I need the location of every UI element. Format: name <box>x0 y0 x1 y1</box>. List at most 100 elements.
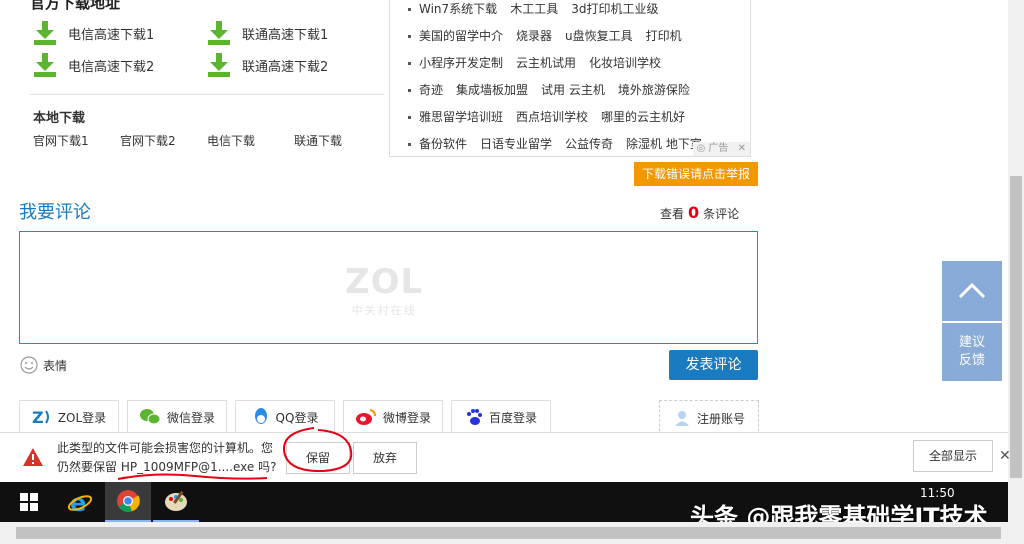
start-button[interactable] <box>6 482 52 522</box>
vertical-scrollbar-thumb[interactable] <box>1010 176 1022 478</box>
view-comments-link[interactable]: 查看 0 条评论 <box>660 203 739 222</box>
report-error-button[interactable]: 下载错误请点击举报 <box>634 162 758 186</box>
emoji-button[interactable]: 表情 <box>20 356 67 374</box>
ad-row: 奇迹 集成墙板加盟 试用 云主机 境外旅游保险 <box>408 81 703 98</box>
unicom-download-2-label: 联通高速下载2 <box>242 59 329 75</box>
zol-login-label: ZOL登录 <box>57 410 107 425</box>
ad-link[interactable]: Win7系统下载 <box>419 2 497 16</box>
chevron-up-icon <box>958 282 986 299</box>
comment-count: 0 <box>688 203 700 222</box>
register-account-button[interactable]: 注册账号 <box>659 400 759 436</box>
windows-logo-icon <box>20 493 38 511</box>
ad-link[interactable]: 境外旅游保险 <box>618 83 690 97</box>
qq-penguin-icon <box>254 408 267 424</box>
telecom-download-1-link[interactable]: 电信高速下载1 <box>34 21 154 45</box>
svg-text:Z: Z <box>32 408 44 426</box>
paint-palette-icon <box>165 490 187 511</box>
ad-tag[interactable]: ◎ 广告 ✕ <box>692 142 750 156</box>
wechat-icon <box>139 409 161 425</box>
comment-section-title: 我要评论 <box>19 202 91 223</box>
ad-link[interactable]: 3d打印机工业级 <box>571 2 658 16</box>
register-account-label: 注册账号 <box>696 411 745 426</box>
ad-close-icon[interactable]: ✕ <box>738 143 746 154</box>
ad-link[interactable]: u盘恢复工具 <box>565 29 633 43</box>
unicom-download-1-link[interactable]: 联通高速下载1 <box>208 21 328 45</box>
local-download-link[interactable]: 官网下载2 <box>120 132 176 149</box>
submit-comment-button[interactable]: 发表评论 <box>669 350 758 380</box>
telecom-download-2-label: 电信高速下载2 <box>68 59 155 75</box>
wechat-login-button[interactable]: 微信登录 <box>127 400 227 434</box>
red-annotation-circle <box>282 427 353 473</box>
baidu-paw-icon <box>466 409 482 425</box>
download-section-title: 官方下载地址 <box>30 0 121 12</box>
ad-link[interactable]: 化妆培训学校 <box>589 56 661 70</box>
ad-link[interactable]: 美国的留学中介 <box>419 29 503 43</box>
bullet-icon <box>408 8 411 11</box>
bullet-icon <box>408 143 411 146</box>
ad-row: 备份软件 日语专业留学 公益传奇 除湿机 地下室 <box>408 135 715 152</box>
ad-link[interactable]: 集成墙板加盟 <box>456 83 528 97</box>
emoji-label: 表情 <box>43 358 68 373</box>
ad-link[interactable]: 木工工具 <box>510 2 558 16</box>
local-download-link[interactable]: 官网下载1 <box>33 132 89 149</box>
ad-link[interactable]: 烧录器 <box>516 29 552 43</box>
feedback-button[interactable]: 建议 反馈 <box>942 323 1002 381</box>
bullet-icon <box>408 89 411 92</box>
ad-link[interactable]: 备份软件 <box>419 137 467 151</box>
feedback-label-line1: 建议 <box>958 335 985 350</box>
view-comments-suffix: 条评论 <box>703 207 740 221</box>
ad-row: 雅思留学培训班 西点培训学校 哪里的云主机好 <box>408 108 698 125</box>
close-download-bar-icon[interactable]: ✕ <box>999 448 1011 464</box>
telecom-download-2-link[interactable]: 电信高速下载2 <box>34 53 154 77</box>
chrome-icon <box>117 490 140 513</box>
taskbar-chrome[interactable] <box>105 482 151 522</box>
weibo-login-label: 微博登录 <box>382 410 431 425</box>
taskbar-paint[interactable] <box>153 482 199 522</box>
bullet-icon <box>408 116 411 119</box>
horizontal-scrollbar-thumb[interactable] <box>16 527 1001 539</box>
ad-row: 小程序开发定制 云主机试用 化妆培训学校 <box>408 54 674 71</box>
user-icon <box>674 411 689 426</box>
ad-link[interactable]: 奇迹 <box>419 83 443 97</box>
ad-link[interactable]: 除湿机 地下室 <box>626 137 702 151</box>
zol-login-button[interactable]: Z ZOL登录 <box>19 400 119 434</box>
download-arrow-icon <box>34 53 56 77</box>
ad-link[interactable]: 日语专业留学 <box>480 137 552 151</box>
ad-link[interactable]: 打印机 <box>646 29 682 43</box>
zol-watermark-text: ZOL <box>345 262 424 302</box>
baidu-login-button[interactable]: 百度登录 <box>451 400 551 434</box>
bullet-icon <box>408 35 411 38</box>
ad-link[interactable]: 雅思留学培训班 <box>419 110 503 124</box>
scroll-to-top-button[interactable] <box>942 261 1002 321</box>
ad-info-icon: ◎ <box>696 143 706 154</box>
ad-link[interactable]: 小程序开发定制 <box>419 56 503 70</box>
divider <box>30 94 384 95</box>
feedback-label-line2: 反馈 <box>958 353 985 368</box>
discard-file-button[interactable]: 放弃 <box>353 442 417 474</box>
baidu-login-label: 百度登录 <box>488 410 537 425</box>
view-comments-prefix: 查看 <box>660 207 685 221</box>
local-download-link[interactable]: 电信下载 <box>207 132 255 149</box>
ad-link[interactable]: 试用 云主机 <box>541 83 605 97</box>
download-arrow-icon <box>208 21 230 45</box>
ad-row: Win7系统下载 木工工具 3d打印机工业级 <box>408 0 671 17</box>
unicom-download-1-label: 联通高速下载1 <box>242 27 329 43</box>
ad-link[interactable]: 哪里的云主机好 <box>601 110 685 124</box>
ad-link[interactable]: 西点培训学校 <box>516 110 588 124</box>
ad-link-box: Win7系统下载 木工工具 3d打印机工业级 美国的留学中介 烧录器 u盘恢复工具 打印机… <box>389 0 751 157</box>
taskbar-ie[interactable]: e <box>57 482 103 522</box>
smiley-icon <box>20 356 38 374</box>
local-download-title: 本地下载 <box>33 111 86 126</box>
telecom-download-1-label: 电信高速下载1 <box>68 27 155 43</box>
internet-explorer-icon: e <box>67 489 93 515</box>
qq-login-label: QQ登录 <box>275 410 319 425</box>
ad-row: 美国的留学中介 烧录器 u盘恢复工具 打印机 <box>408 27 695 44</box>
wechat-login-label: 微信登录 <box>166 410 215 425</box>
ad-link[interactable]: 公益传奇 <box>565 137 613 151</box>
local-download-link[interactable]: 联通下载 <box>294 132 342 149</box>
unicom-download-2-link[interactable]: 联通高速下载2 <box>208 53 328 77</box>
download-arrow-icon <box>208 53 230 77</box>
ad-link[interactable]: 云主机试用 <box>516 56 576 70</box>
show-all-downloads-button[interactable]: 全部显示 <box>913 440 993 472</box>
zol-logo-icon: Z <box>32 408 49 426</box>
